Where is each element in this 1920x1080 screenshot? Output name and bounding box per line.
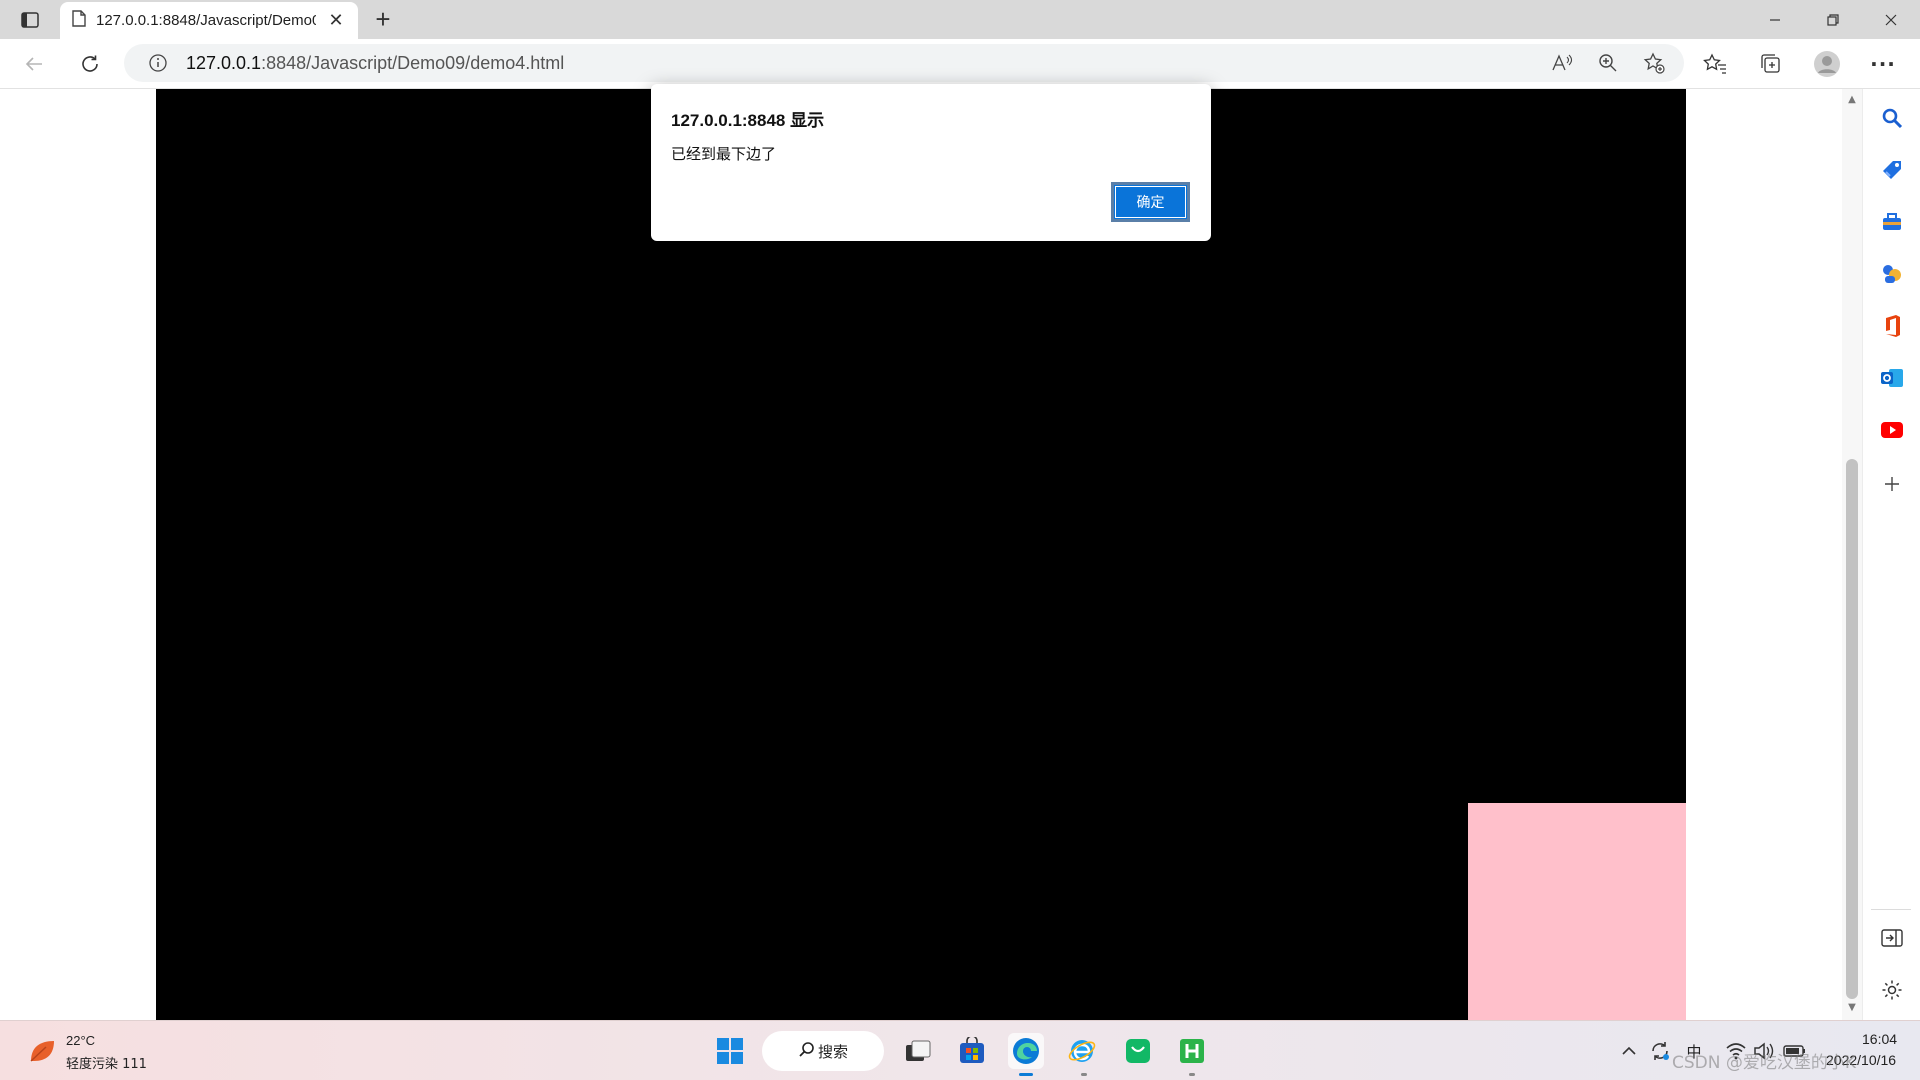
scroll-up-arrow-icon[interactable]: ▲ [1847, 95, 1857, 105]
ok-button[interactable]: 确定 [1111, 182, 1190, 222]
favorites-icon[interactable] [1700, 49, 1730, 79]
weather-leaf-icon[interactable] [28, 1037, 56, 1065]
sidebar-divider [1871, 909, 1911, 910]
start-windows-icon[interactable] [712, 1033, 748, 1069]
ie-browser-icon[interactable] [1064, 1033, 1100, 1069]
moving-box[interactable] [1468, 803, 1686, 1020]
weather-temperature[interactable]: 22°C [66, 1033, 95, 1048]
scroll-down-arrow-icon[interactable]: ▼ [1847, 1003, 1857, 1013]
tab-actions-icon[interactable] [16, 7, 44, 33]
clock-time[interactable]: 16:04 [1862, 1031, 1897, 1047]
hbuilder-icon[interactable] [1174, 1033, 1210, 1069]
search-icon[interactable] [1877, 103, 1907, 133]
read-aloud-icon[interactable] [1550, 51, 1574, 75]
page-icon [72, 10, 86, 31]
alert-dialog: 127.0.0.1:8848 显示 已经到最下边了 确定 [651, 84, 1211, 241]
search-magnifier-icon [798, 1041, 816, 1063]
outlook-icon[interactable] [1877, 363, 1907, 393]
edge-sidebar [1862, 89, 1920, 1020]
new-tab-button[interactable]: + [368, 4, 398, 34]
dialog-title: 127.0.0.1:8848 显示 [671, 111, 825, 130]
back-icon[interactable] [18, 48, 50, 80]
microsoft-store-icon[interactable] [954, 1033, 990, 1069]
url-text: 127.0.0.1:8848/Javascript/Demo09/demo4.h… [186, 53, 564, 74]
youtube-icon[interactable] [1877, 415, 1907, 445]
more-icon[interactable]: ··· [1868, 49, 1898, 79]
shopping-icon[interactable] [1877, 155, 1907, 185]
restore-button[interactable] [1804, 0, 1862, 39]
edge-running-indicator [1019, 1073, 1033, 1076]
close-icon[interactable]: ✕ [326, 10, 346, 31]
tab-title: 127.0.0.1:8848/Javascript/Demo09/demo4.h… [96, 12, 316, 29]
dialog-message: 已经到最下边了 [671, 145, 777, 163]
ie-running-indicator [1081, 1073, 1087, 1076]
task-view-icon[interactable] [900, 1033, 936, 1069]
office-icon[interactable] [1877, 311, 1907, 341]
tab-active[interactable]: 127.0.0.1:8848/Javascript/Demo09/demo4.h… [60, 2, 358, 39]
scroll-thumb[interactable] [1846, 459, 1858, 999]
close-window-button[interactable] [1862, 0, 1920, 39]
tab-strip: 127.0.0.1:8848/Javascript/Demo09/demo4.h… [0, 0, 1920, 39]
add-favorite-icon[interactable] [1642, 51, 1666, 75]
profile-icon[interactable] [1812, 49, 1842, 79]
refresh-icon[interactable] [74, 48, 106, 80]
weather-description[interactable]: 轻度污染 111 [66, 1053, 147, 1072]
wechat-icon[interactable] [1120, 1033, 1156, 1069]
settings-gear-icon[interactable] [1877, 975, 1907, 1005]
taskbar-search[interactable]: 搜索 [762, 1031, 884, 1071]
vertical-scrollbar[interactable]: ▲ ▼ [1842, 89, 1862, 1020]
browser-toolbar: 127.0.0.1:8848/Javascript/Demo09/demo4.h… [0, 39, 1920, 89]
collections-icon[interactable] [1756, 49, 1786, 79]
games-icon[interactable] [1877, 259, 1907, 289]
address-bar[interactable]: 127.0.0.1:8848/Javascript/Demo09/demo4.h… [124, 44, 1684, 82]
minimize-button[interactable] [1746, 0, 1804, 39]
zoom-icon[interactable] [1596, 51, 1620, 75]
taskbar-search-label: 搜索 [818, 1042, 849, 1061]
taskbar: 22°C 轻度污染 111 搜索 中 16:04 2022/10/16 [0, 1020, 1920, 1080]
url-rest: :8848/Javascript/Demo09/demo4.html [261, 53, 565, 73]
csdn-watermark: CSDN @爱吃汉堡的小K [1672, 1053, 1857, 1073]
hbuilder-running-indicator [1189, 1073, 1195, 1076]
hide-sidebar-icon[interactable] [1877, 923, 1907, 953]
add-icon[interactable] [1877, 469, 1907, 499]
tools-icon[interactable] [1877, 207, 1907, 237]
info-icon[interactable] [146, 51, 170, 75]
url-host: 127.0.0.1 [186, 53, 262, 73]
tray-chevron-up-icon[interactable] [1618, 1039, 1640, 1063]
edge-app-icon[interactable] [1008, 1033, 1044, 1069]
tray-sync-icon[interactable] [1648, 1039, 1672, 1063]
